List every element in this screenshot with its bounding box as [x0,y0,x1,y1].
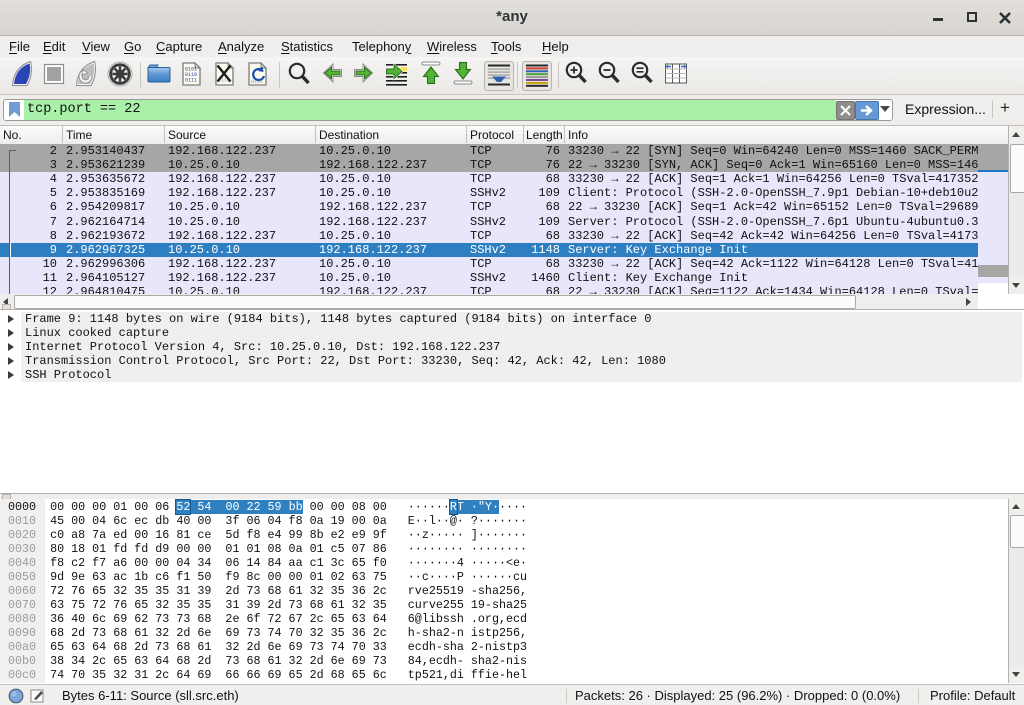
svg-text:0111: 0111 [185,78,197,84]
